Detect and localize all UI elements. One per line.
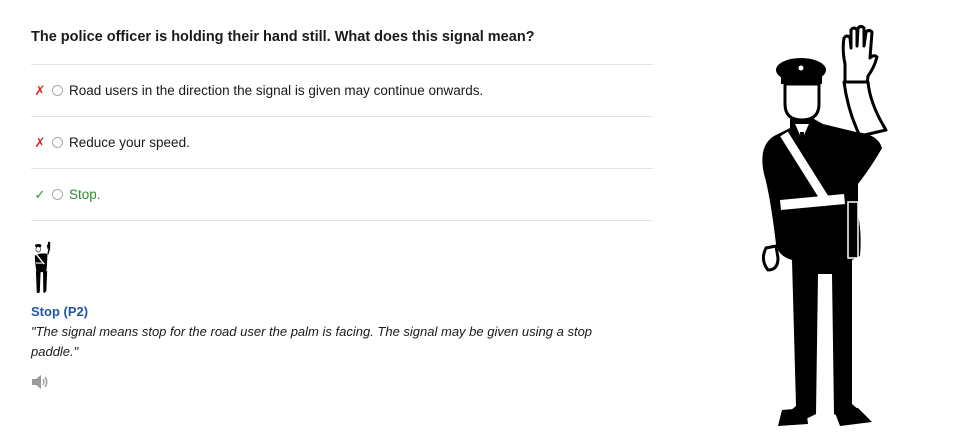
answer-radio[interactable] (52, 85, 63, 96)
explanation-title: Stop (P2) (31, 304, 89, 319)
answer-radio[interactable] (52, 137, 63, 148)
speaker-icon[interactable] (31, 374, 49, 390)
answer-label: Stop. (69, 187, 101, 202)
officer-thumbnail-image (34, 241, 51, 294)
answer-option-2[interactable]: ✗ Reduce your speed. (31, 117, 653, 169)
quiz-page: The police officer is holding their hand… (0, 0, 973, 438)
police-officer-stop-signal-image (761, 25, 888, 426)
answer-label: Road users in the direction the signal i… (69, 83, 484, 98)
answer-radio[interactable] (52, 189, 63, 200)
answer-label: Reduce your speed. (69, 135, 190, 150)
cross-icon: ✗ (34, 135, 46, 150)
explanation-quote: "The signal means stop for the road user… (31, 324, 593, 359)
cross-icon: ✗ (34, 83, 46, 98)
answer-option-1[interactable]: ✗ Road users in the direction the signal… (31, 65, 653, 117)
answer-option-3[interactable]: ✓ Stop. (31, 169, 653, 221)
question-text: The police officer is holding their hand… (31, 29, 535, 45)
check-icon: ✓ (34, 187, 46, 202)
answer-list: ✗ Road users in the direction the signal… (31, 64, 653, 221)
